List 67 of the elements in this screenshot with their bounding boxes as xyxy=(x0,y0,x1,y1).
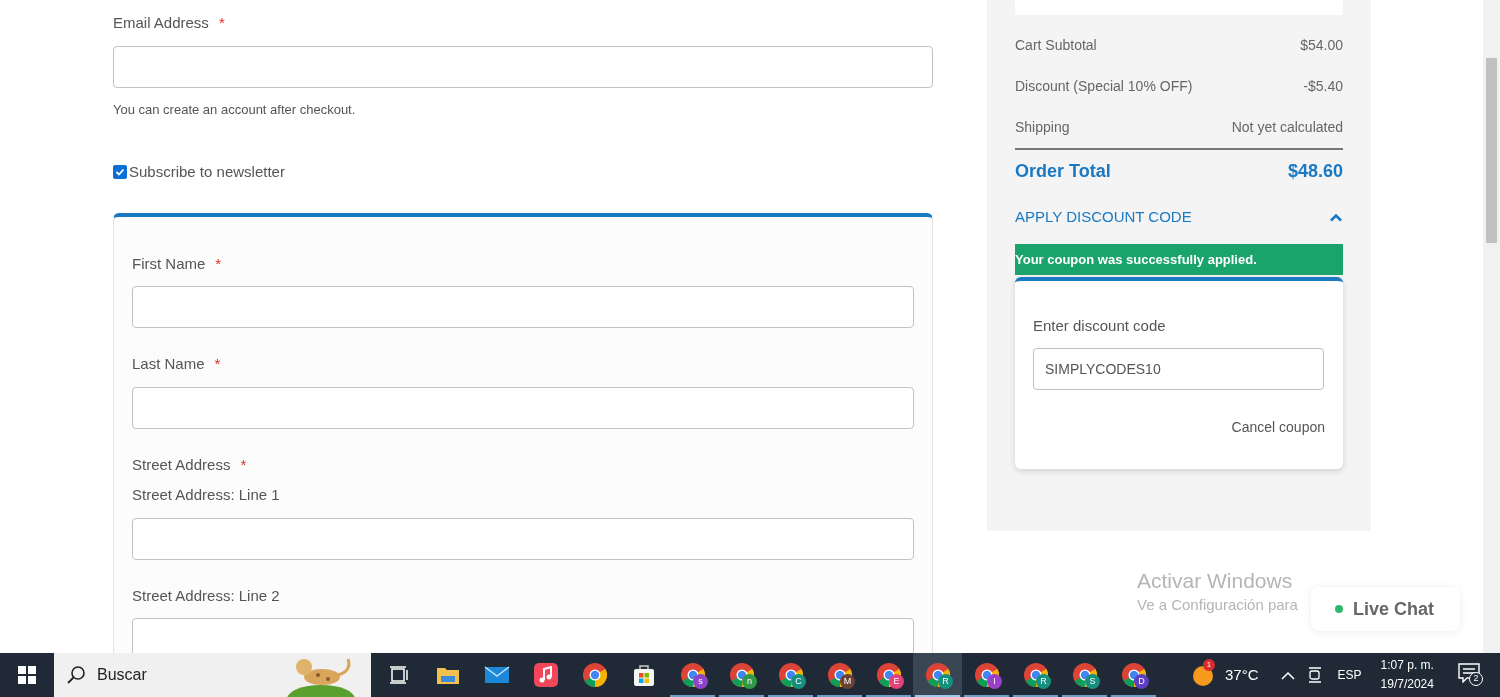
browser-profile-button[interactable]: S xyxy=(1060,653,1109,697)
checkmark-icon xyxy=(115,167,125,178)
field-label: Street Address: Line 1 xyxy=(132,485,281,505)
summary-label: Shipping xyxy=(1015,118,1070,137)
required-mark: * xyxy=(240,454,247,475)
field-label: Street Address xyxy=(132,454,231,475)
input-field[interactable] xyxy=(132,286,914,328)
profile-badge: C xyxy=(791,674,806,689)
summary-value: -$5.40 xyxy=(1303,77,1343,96)
activation-text: Ve a Configuración para xyxy=(1137,595,1298,615)
activation-title: Activar Windows xyxy=(1137,568,1294,594)
profile-badge: M xyxy=(840,674,855,689)
profile-badge: R xyxy=(1036,674,1051,689)
summary-label: Cart Subtotal xyxy=(1015,36,1097,55)
required-mark: * xyxy=(215,253,222,274)
notification-count: 2 xyxy=(1468,672,1483,686)
help-text: You can create an account after checkout. xyxy=(113,100,357,119)
input-field[interactable] xyxy=(132,386,914,429)
summary-value: $54.00 xyxy=(1300,36,1343,55)
newsletter-checkbox[interactable]: Subscribe to newsletter xyxy=(113,161,933,184)
profile-badge: R xyxy=(938,674,953,689)
meeting-icon[interactable] xyxy=(1307,667,1322,683)
search-icon xyxy=(66,665,86,685)
notification-badge: 1 xyxy=(1203,659,1215,671)
input-field[interactable] xyxy=(132,618,914,653)
profile-badge: E xyxy=(889,674,904,689)
order-total-value: $48.60 xyxy=(1287,159,1343,183)
required-mark: * xyxy=(218,13,225,33)
temperature-text: 37°C xyxy=(1225,664,1259,685)
clock-date[interactable]: 19/7/2024 xyxy=(1380,675,1434,694)
field-label: Email Address xyxy=(113,13,209,33)
browser-profile-button[interactable]: s xyxy=(668,653,717,697)
field-label: Street Address: Line 2 xyxy=(132,585,280,606)
profile-badge: D xyxy=(1134,674,1149,689)
browser-profile-button[interactable]: R xyxy=(913,653,962,697)
browser-profile-button[interactable]: C xyxy=(766,653,815,697)
discount-toggle[interactable]: APPLY DISCOUNT CODE xyxy=(1015,196,1343,238)
taskbar-search[interactable]: Buscar xyxy=(54,653,371,697)
browser-profile-button[interactable]: R xyxy=(1011,653,1060,697)
profile-badge: n xyxy=(742,674,757,689)
input-field[interactable] xyxy=(113,45,933,88)
profile-badge: s xyxy=(693,674,708,689)
live-chat-button[interactable]: Live Chat xyxy=(1311,587,1460,631)
language-indicator[interactable]: ESP xyxy=(1337,666,1362,684)
windows-logo-icon xyxy=(18,666,36,684)
clock-time[interactable]: 1:07 p. m. xyxy=(1380,656,1434,675)
order-total-label: Order Total xyxy=(1015,159,1111,183)
browser-profile-button[interactable]: D xyxy=(1109,653,1158,697)
field-label: First Name xyxy=(132,253,206,274)
browser-profile-button[interactable]: n xyxy=(717,653,766,697)
success-message: Your coupon was successfully applied. xyxy=(1015,244,1343,275)
summary-label: Discount (Special 10% OFF) xyxy=(1015,77,1193,96)
input-field[interactable] xyxy=(132,517,914,560)
summary-value: Not yet calculated xyxy=(1231,118,1343,137)
profile-badge: S xyxy=(1085,674,1100,689)
field-label: Enter discount code xyxy=(1033,316,1167,336)
discount-code-field[interactable]: SIMPLYCODES10 xyxy=(1033,347,1324,390)
cancel-coupon-button[interactable]: Cancel coupon xyxy=(1231,416,1325,438)
chevron-up-icon[interactable] xyxy=(1280,670,1295,680)
browser-profile-button[interactable]: M xyxy=(815,653,864,697)
required-mark: * xyxy=(214,354,221,374)
browser-profile-button[interactable]: I xyxy=(962,653,1011,697)
profile-badge: I xyxy=(987,674,1002,689)
browser-profile-button[interactable]: E xyxy=(864,653,913,697)
scrollbar[interactable] xyxy=(1483,0,1500,653)
chevron-icon xyxy=(1329,212,1343,222)
field-label: Last Name xyxy=(132,354,205,374)
